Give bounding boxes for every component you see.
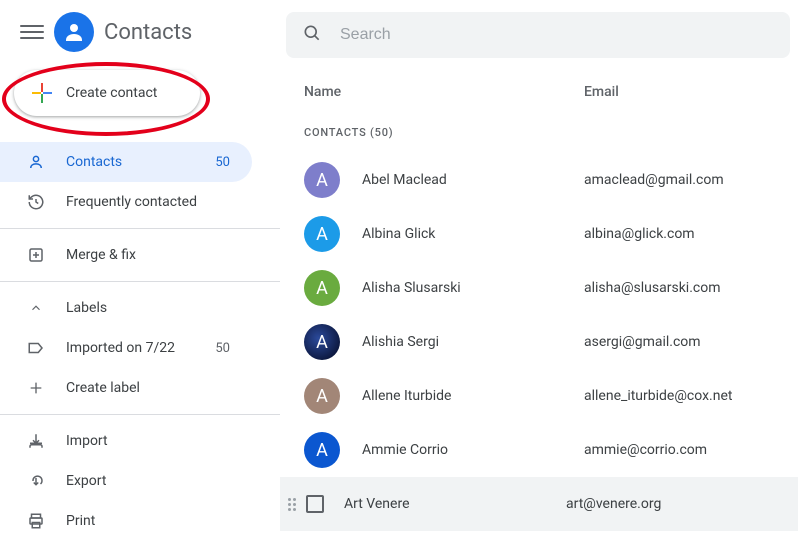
- sidebar-item-import[interactable]: Import: [0, 421, 252, 461]
- drag-handle-icon[interactable]: [288, 498, 302, 511]
- merge-icon: [26, 245, 46, 265]
- contact-email: amaclead@gmail.com: [584, 172, 798, 188]
- label-icon: [26, 338, 46, 358]
- sidebar-item-label: Print: [66, 513, 95, 529]
- contacts-group-label: CONTACTS (50): [280, 118, 798, 153]
- contact-name: Alisha Slusarski: [362, 280, 584, 296]
- sidebar-item-label: Export: [66, 473, 106, 489]
- sidebar-item-label: Contacts: [66, 154, 122, 170]
- contact-email: allene_iturbide@cox.net: [584, 388, 798, 404]
- avatar: A: [304, 432, 340, 468]
- contact-name: Art Venere: [344, 496, 566, 512]
- contact-row[interactable]: A Ammie Corrioammie@corrio.com: [280, 423, 798, 477]
- person-icon: [26, 152, 46, 172]
- avatar: A: [304, 216, 340, 252]
- contact-name: Alishia Sergi: [362, 334, 584, 350]
- contact-row[interactable]: A Allene Iturbideallene_iturbide@cox.net: [280, 369, 798, 423]
- sidebar-item-export[interactable]: Export: [0, 461, 252, 501]
- divider: [0, 281, 280, 282]
- plus-multicolor-icon: [32, 83, 52, 103]
- main-menu-icon[interactable]: [20, 20, 44, 44]
- contact-name: Ammie Corrio: [362, 442, 584, 458]
- sidebar-item-contacts[interactable]: Contacts 50: [0, 142, 252, 182]
- avatar: A: [304, 270, 340, 306]
- contact-email: albina@glick.com: [584, 226, 798, 242]
- contact-email: asergi@gmail.com: [584, 334, 798, 350]
- contact-email: art@venere.org: [566, 496, 798, 512]
- column-header-email: Email: [584, 84, 798, 100]
- app-title: Contacts: [104, 20, 192, 45]
- label-count: 50: [215, 341, 230, 356]
- sidebar-label-item[interactable]: Imported on 7/22 50: [0, 328, 252, 368]
- sidebar-item-print[interactable]: Print: [0, 501, 252, 541]
- sidebar: Contacts Create contact Contacts 50 Freq…: [0, 0, 280, 544]
- contact-email: alisha@slusarski.com: [584, 280, 798, 296]
- create-contact-button[interactable]: Create contact: [14, 70, 200, 116]
- main-panel: Name Email CONTACTS (50) AAbel Macleadam…: [280, 0, 798, 544]
- search-icon: [302, 23, 322, 47]
- sidebar-item-merge[interactable]: Merge & fix: [0, 235, 252, 275]
- contacts-count: 50: [215, 155, 230, 170]
- sidebar-item-label: Merge & fix: [66, 247, 136, 263]
- sidebar-item-label: Import: [66, 433, 108, 449]
- contact-name: Albina Glick: [362, 226, 584, 242]
- sidebar-item-label: Imported on 7/22: [66, 340, 175, 356]
- contact-row[interactable]: A Albina Glickalbina@glick.com: [280, 207, 798, 261]
- contact-email: ammie@corrio.com: [584, 442, 798, 458]
- sidebar-item-label: Frequently contacted: [66, 194, 197, 210]
- avatar: A: [304, 162, 340, 198]
- row-checkbox[interactable]: [306, 495, 324, 513]
- history-icon: [26, 192, 46, 212]
- chevron-up-icon: [26, 298, 46, 318]
- avatar: A: [304, 324, 340, 360]
- contact-row[interactable]: A Alishia Sergiasergi@gmail.com: [280, 315, 798, 369]
- export-icon: [26, 471, 46, 491]
- contact-row[interactable]: A Abel Macleadamaclead@gmail.com: [280, 153, 798, 207]
- print-icon: [26, 511, 46, 531]
- sidebar-labels-accordion[interactable]: Labels: [0, 288, 252, 328]
- divider: [0, 228, 280, 229]
- contacts-list: A Abel Macleadamaclead@gmail.com A Albina G…: [280, 153, 798, 531]
- sidebar-item-create-label[interactable]: Create label: [0, 368, 252, 408]
- contact-row[interactable]: A Alisha Slusarskialisha@slusarski.com: [280, 261, 798, 315]
- sidebar-item-label: Create label: [66, 380, 140, 396]
- sidebar-item-frequently[interactable]: Frequently contacted: [0, 182, 252, 222]
- app-logo: [54, 12, 94, 52]
- create-contact-label: Create contact: [66, 85, 157, 101]
- column-header-name: Name: [304, 84, 584, 100]
- avatar: A: [304, 378, 340, 414]
- table-header: Name Email: [280, 58, 798, 118]
- search-input[interactable]: [340, 26, 774, 44]
- contact-name: Allene Iturbide: [362, 388, 584, 404]
- search-bar[interactable]: [286, 12, 790, 58]
- sidebar-section-label: Labels: [66, 300, 107, 316]
- divider: [0, 414, 280, 415]
- contact-name: Abel Maclead: [362, 172, 584, 188]
- import-icon: [26, 431, 46, 451]
- contact-row[interactable]: Art Venereart@venere.org: [280, 477, 798, 531]
- plus-icon: [26, 378, 46, 398]
